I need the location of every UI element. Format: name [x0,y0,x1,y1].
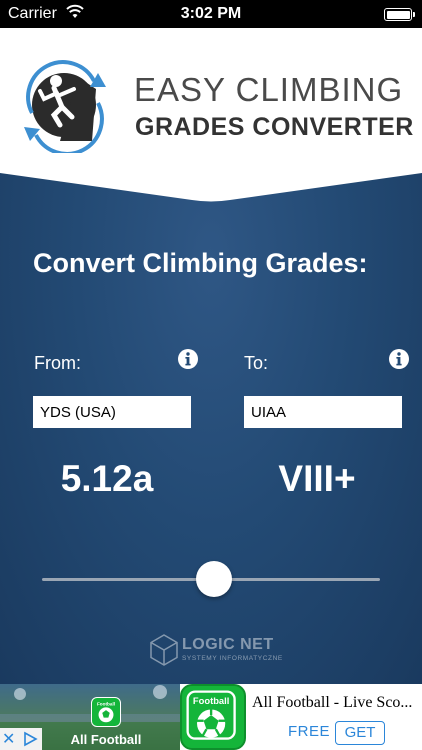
battery-icon [384,8,415,21]
grade-slider-thumb[interactable] [196,561,233,597]
climber-logo-icon [24,60,106,153]
company-subtitle: SYSTEMY INFORMATYCZNE [182,655,283,662]
to-label: To: [244,353,269,373]
from-label: From: [34,353,81,373]
ad-left-panel[interactable]: Football All Football ✕ [0,684,180,750]
converter-heading: Convert Climbing Grades: [33,248,368,278]
main-screen: EASY CLIMBING GRADES CONVERTER Convert C… [0,28,422,684]
company-logo: LOGIC NET SYSTEMY INFORMATYCZNE [150,634,283,668]
ad-choices-icon[interactable] [22,731,38,747]
ad-corner[interactable]: ✕ [0,728,42,750]
ad-title[interactable]: All Football - Live Sco... [252,694,412,712]
ad-close-icon[interactable]: ✕ [2,729,15,749]
app-header: EASY CLIMBING GRADES CONVERTER [0,28,422,203]
logo-title-line1: EASY CLIMBING [134,71,404,108]
ad-app-name: All Football [70,732,142,747]
ad-get-button[interactable]: GET [335,721,385,745]
status-bar: Carrier 3:02 PM [0,0,422,28]
info-icon[interactable] [177,348,199,370]
svg-text:Football: Football [97,701,115,706]
ad-app-icon-small: Football [91,697,121,727]
ad-app-icon[interactable]: Football [180,684,246,750]
logo-title-line2: GRADES CONVERTER [135,113,414,141]
ad-banner[interactable]: Football All Football ✕ Football All Foo… [0,684,422,750]
ad-price: FREE [288,723,331,740]
from-grade-value: 5.12a [60,458,154,499]
cube-logo-icon [150,634,178,666]
svg-text:Football: Football [193,695,229,706]
to-grade-value: VIII+ [278,458,356,499]
to-system-select[interactable]: UIAA [244,396,402,428]
status-time: 3:02 PM [180,5,242,22]
info-icon[interactable] [388,348,410,370]
company-name: LOGIC NET [182,636,274,653]
from-system-select[interactable]: YDS (USA) [33,396,191,428]
